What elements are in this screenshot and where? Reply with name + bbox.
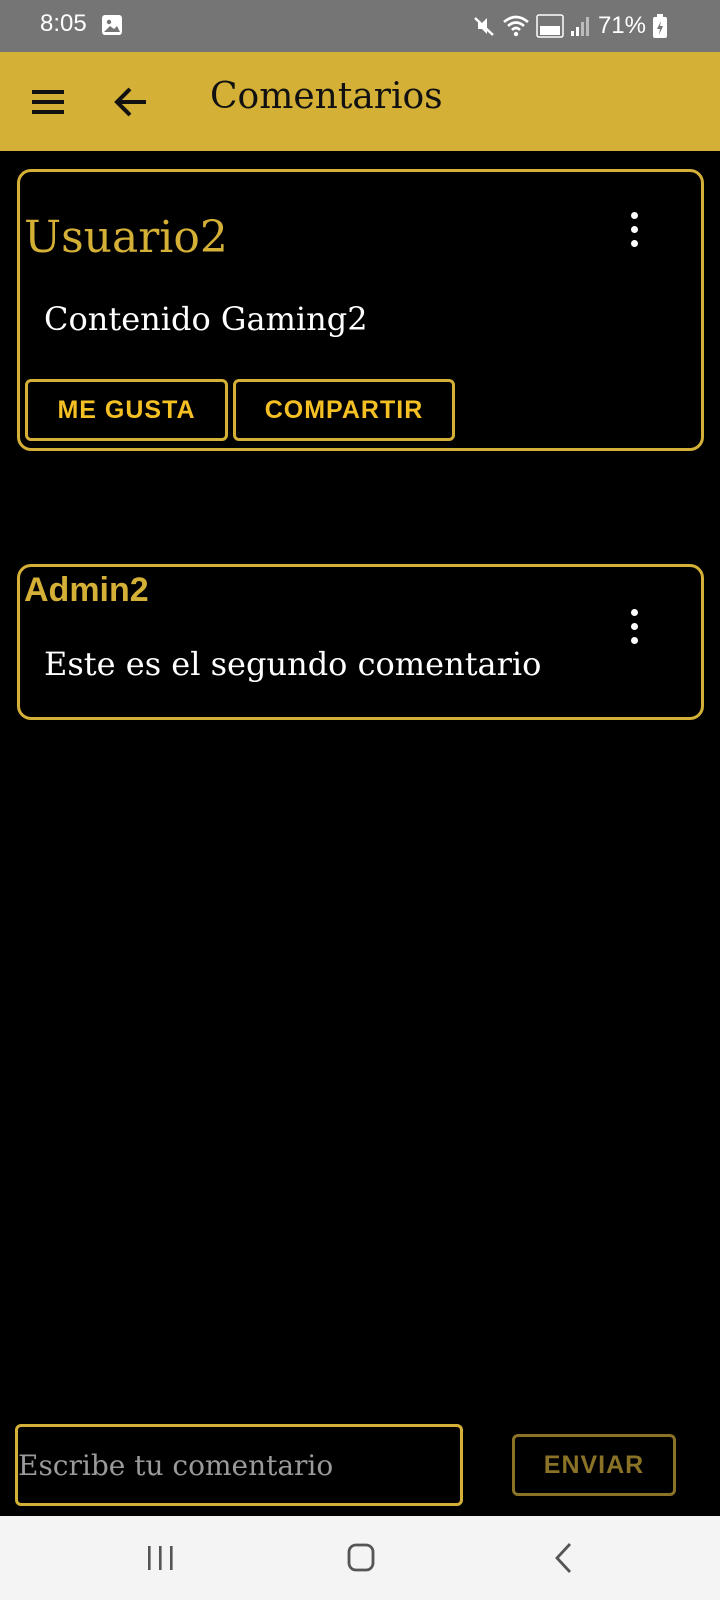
battery-icon <box>653 14 667 38</box>
gallery-icon <box>102 15 122 35</box>
post-author: Usuario2 <box>24 212 228 263</box>
comment-input[interactable] <box>15 1424 463 1506</box>
back-icon[interactable] <box>540 1536 590 1580</box>
status-time: 8:05 <box>40 10 87 37</box>
share-button[interactable]: COMPARTIR <box>233 379 455 441</box>
status-icons: 71% <box>472 12 668 40</box>
mute-icon <box>474 17 494 36</box>
top-app-bar: Comentarios <box>0 52 720 151</box>
signal-icon <box>570 17 589 36</box>
more-vert-icon[interactable] <box>619 210 649 250</box>
home-icon[interactable] <box>336 1536 386 1580</box>
system-nav-bar <box>0 1516 720 1600</box>
comment-author: Admin2 <box>24 571 149 609</box>
battery-percent: 71% <box>597 12 646 39</box>
status-bar: 8:05 71% <box>0 0 720 52</box>
volte-icon <box>536 14 564 38</box>
like-button[interactable]: ME GUSTA <box>25 379 228 441</box>
page-title: Comentarios <box>210 76 443 117</box>
send-button[interactable]: ENVIAR <box>512 1434 676 1496</box>
post-card: Usuario2 Contenido Gaming2 ME GUSTA COMP… <box>17 169 704 451</box>
recents-icon[interactable] <box>136 1536 186 1580</box>
wifi-icon <box>503 15 529 37</box>
hamburger-menu-icon[interactable] <box>28 82 72 122</box>
arrow-left-icon[interactable] <box>110 80 154 124</box>
more-vert-icon[interactable] <box>619 607 649 647</box>
comment-card: Admin2 Este es el segundo comentario <box>17 564 704 720</box>
comment-text: Este es el segundo comentario <box>44 645 542 683</box>
post-content: Contenido Gaming2 <box>44 300 368 338</box>
